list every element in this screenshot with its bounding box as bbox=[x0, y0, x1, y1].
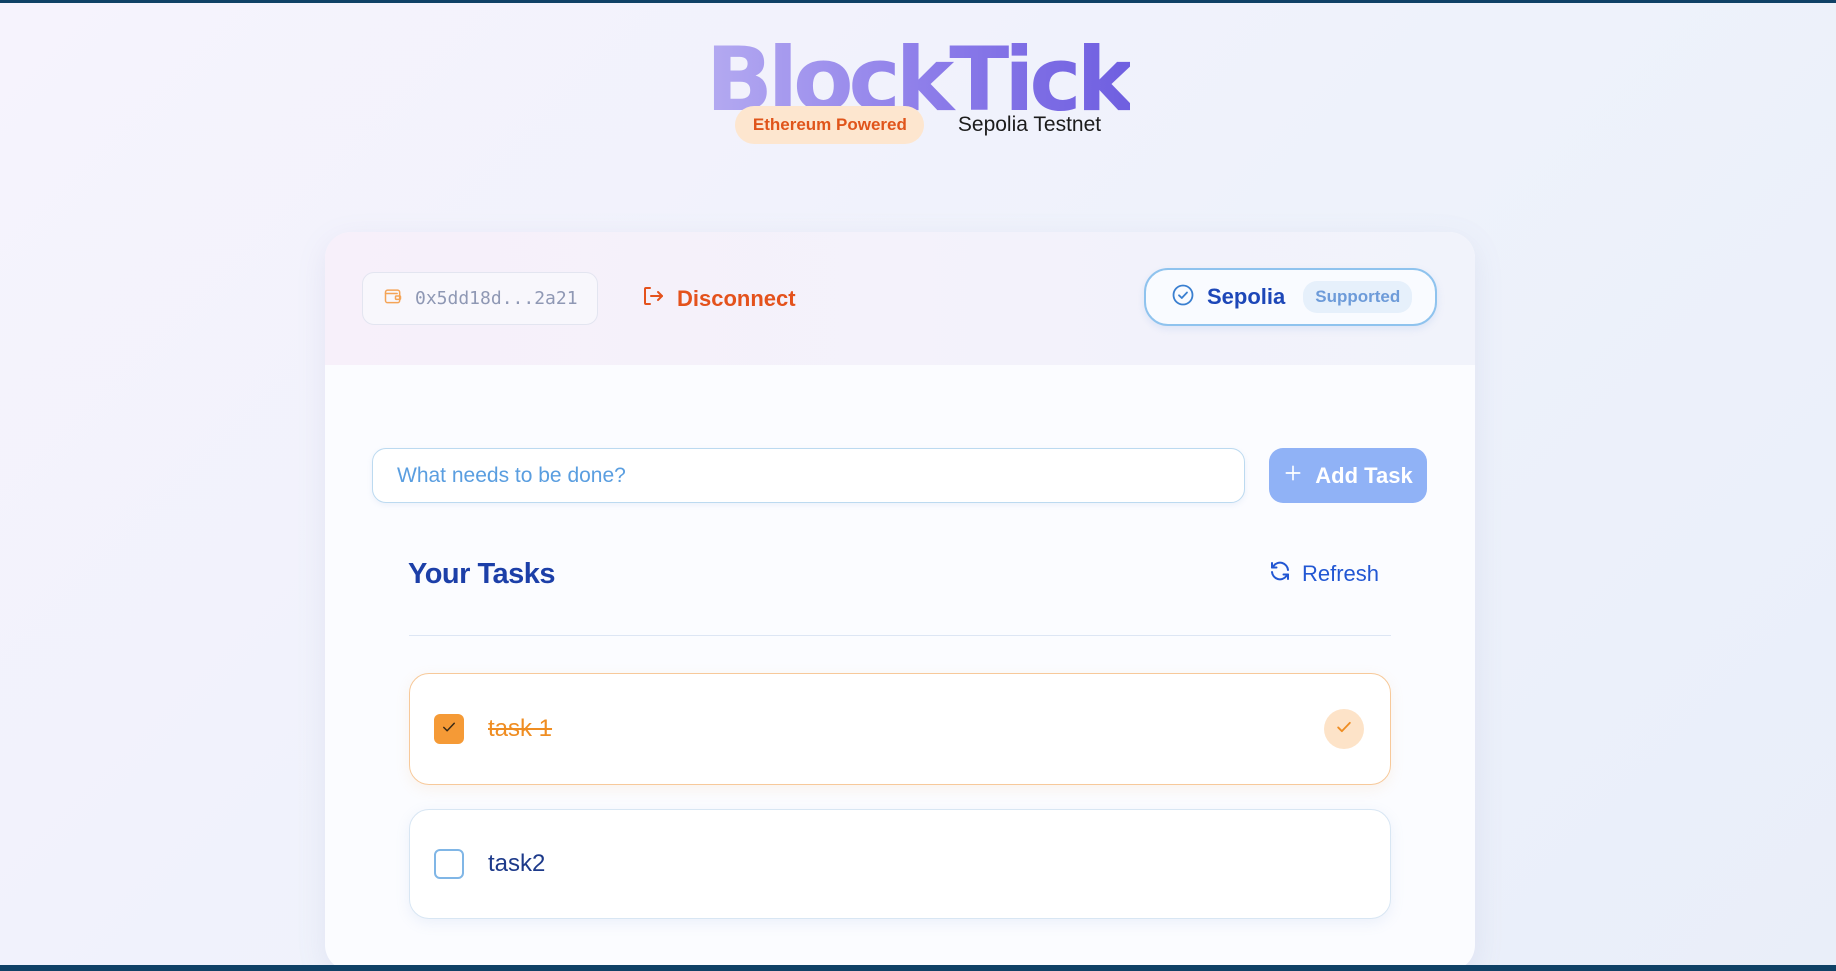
disconnect-label: Disconnect bbox=[677, 286, 796, 311]
plus-icon bbox=[1283, 463, 1303, 489]
completed-badge bbox=[1324, 709, 1364, 749]
tasks-divider bbox=[409, 635, 1391, 636]
card-header: 0x5dd18d...2a21 Disconnect Sepolia Suppo… bbox=[325, 232, 1475, 365]
refresh-button[interactable]: Refresh bbox=[1268, 559, 1379, 589]
add-task-label: Add Task bbox=[1315, 462, 1413, 488]
task-item[interactable]: task2 bbox=[409, 809, 1391, 919]
check-icon bbox=[440, 718, 458, 741]
task-label: task2 bbox=[488, 850, 546, 877]
ethereum-powered-badge: Ethereum Powered bbox=[734, 106, 924, 144]
network-status-chip[interactable]: Sepolia Supported bbox=[1144, 268, 1437, 326]
task-checkbox[interactable] bbox=[434, 849, 464, 879]
task-label: task 1 bbox=[488, 715, 553, 742]
wallet-icon bbox=[383, 286, 403, 311]
disconnect-button[interactable]: Disconnect bbox=[641, 282, 796, 316]
window-top-border bbox=[0, 0, 1836, 3]
network-supported-badge: Supported bbox=[1303, 281, 1413, 313]
window-bottom-border bbox=[0, 965, 1836, 971]
wallet-address: 0x5dd18d...2a21 bbox=[415, 288, 578, 309]
hero-subtitle: Ethereum Powered Sepolia Testnet bbox=[0, 106, 1836, 144]
check-circle-icon bbox=[1171, 283, 1195, 312]
todo-card: 0x5dd18d...2a21 Disconnect Sepolia Suppo… bbox=[325, 232, 1475, 971]
network-name: Sepolia bbox=[1207, 284, 1286, 309]
check-icon bbox=[1334, 717, 1354, 742]
wallet-address-chip[interactable]: 0x5dd18d...2a21 bbox=[362, 272, 598, 325]
task-checkbox[interactable] bbox=[434, 714, 464, 744]
add-task-button[interactable]: Add Task bbox=[1269, 448, 1427, 503]
task-item[interactable]: task 1 bbox=[409, 673, 1391, 785]
logout-icon bbox=[641, 284, 665, 314]
refresh-icon bbox=[1268, 559, 1292, 589]
tasks-heading: Your Tasks bbox=[408, 558, 556, 590]
new-task-input[interactable] bbox=[372, 448, 1245, 503]
network-subtitle: Sepolia Testnet bbox=[957, 113, 1102, 136]
refresh-label: Refresh bbox=[1302, 561, 1380, 586]
